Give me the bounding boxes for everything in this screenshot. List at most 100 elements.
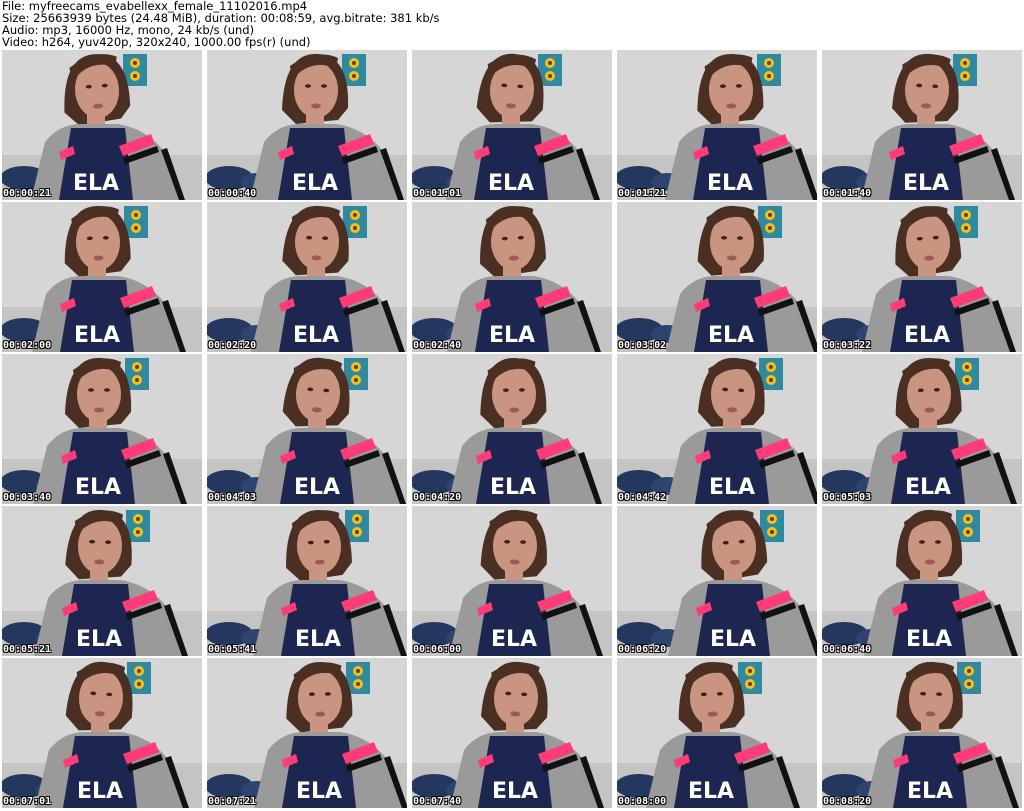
video-frame-image: ELA [822, 354, 1022, 504]
video-info-line: Video: h264, yuv420p, 320x240, 1000.00 f… [2, 35, 311, 49]
svg-text:ELA: ELA [75, 475, 121, 500]
thumbnail-timestamp: 00:06:40 [823, 644, 872, 655]
video-frame-image: ELA [207, 506, 407, 656]
video-frame-image: ELA [822, 202, 1022, 352]
thumbnail-timestamp: 00:01:40 [823, 188, 872, 199]
thumbnail-timestamp: 00:00:21 [3, 188, 52, 199]
thumbnail-timestamp: 00:05:03 [823, 492, 872, 503]
video-thumbnail: ELA 00:01:21 [617, 50, 817, 200]
video-frame-image: ELA [2, 658, 202, 808]
svg-text:ELA: ELA [708, 323, 754, 348]
video-thumbnail: ELA 00:02:40 [412, 202, 612, 352]
video-thumbnail: ELA 00:03:40 [2, 354, 202, 504]
svg-text:ELA: ELA [906, 627, 952, 652]
video-frame-image: ELA [412, 506, 612, 656]
svg-text:ELA: ELA [707, 171, 753, 196]
video-frame-image: ELA [617, 50, 817, 200]
thumbnail-grid: ELA 00:00:21 ELA 00:00:40 ELA 00:01:01 E… [2, 50, 1022, 810]
video-thumbnail: ELA 00:01:01 [412, 50, 612, 200]
video-thumbnail: ELA 00:04:20 [412, 354, 612, 504]
video-frame-image: ELA [617, 658, 817, 808]
video-frame-image: ELA [412, 202, 612, 352]
svg-text:ELA: ELA [907, 779, 953, 804]
thumbnail-timestamp: 00:03:22 [823, 340, 872, 351]
video-thumbnail: ELA 00:00:21 [2, 50, 202, 200]
svg-text:ELA: ELA [710, 627, 756, 652]
thumbnail-timestamp: 00:00:40 [208, 188, 257, 199]
thumbnail-timestamp: 00:02:00 [3, 340, 52, 351]
video-thumbnail: ELA 00:02:00 [2, 202, 202, 352]
video-frame-image: ELA [2, 506, 202, 656]
thumbnail-timestamp: 00:05:21 [3, 644, 52, 655]
video-frame-image: ELA [2, 50, 202, 200]
video-frame-image: ELA [207, 202, 407, 352]
video-thumbnail: ELA 00:07:21 [207, 658, 407, 808]
svg-text:ELA: ELA [489, 323, 535, 348]
video-thumbnail: ELA 00:07:01 [2, 658, 202, 808]
video-thumbnail: ELA 00:04:42 [617, 354, 817, 504]
thumbnail-timestamp: 00:01:01 [413, 188, 462, 199]
video-frame-image: ELA [207, 50, 407, 200]
video-thumbnail: ELA 00:08:00 [617, 658, 817, 808]
video-thumbnail: ELA 00:03:02 [617, 202, 817, 352]
video-frame-image: ELA [822, 658, 1022, 808]
thumbnail-timestamp: 00:07:21 [208, 796, 257, 807]
svg-text:ELA: ELA [903, 171, 949, 196]
video-thumbnail: ELA 00:00:40 [207, 50, 407, 200]
svg-text:ELA: ELA [296, 779, 342, 804]
thumbnail-timestamp: 00:08:00 [618, 796, 667, 807]
video-thumbnail: ELA 00:02:20 [207, 202, 407, 352]
thumbnail-timestamp: 00:06:20 [618, 644, 667, 655]
video-frame-image: ELA [2, 354, 202, 504]
thumbnail-timestamp: 00:04:20 [413, 492, 462, 503]
svg-text:ELA: ELA [688, 779, 734, 804]
video-thumbnail: ELA 00:04:03 [207, 354, 407, 504]
thumbnail-timestamp: 00:07:01 [3, 796, 52, 807]
video-thumbnail: ELA 00:05:41 [207, 506, 407, 656]
video-frame-image: ELA [2, 202, 202, 352]
video-thumbnail: ELA 00:05:03 [822, 354, 1022, 504]
video-frame-image: ELA [617, 202, 817, 352]
video-thumbnail: ELA 00:07:40 [412, 658, 612, 808]
thumbnail-timestamp: 00:03:40 [3, 492, 52, 503]
video-frame-image: ELA [822, 50, 1022, 200]
video-frame-image: ELA [412, 658, 612, 808]
thumbnail-timestamp: 00:04:42 [618, 492, 667, 503]
file-info-header: File: myfreecams_evabellexx_female_11102… [2, 0, 1022, 48]
svg-text:ELA: ELA [904, 323, 950, 348]
thumbnail-timestamp: 00:06:00 [413, 644, 462, 655]
video-frame-image: ELA [207, 658, 407, 808]
video-thumbnail: ELA 00:03:22 [822, 202, 1022, 352]
video-frame-image: ELA [207, 354, 407, 504]
thumbnail-timestamp: 00:03:02 [618, 340, 667, 351]
svg-text:ELA: ELA [491, 627, 537, 652]
svg-text:ELA: ELA [488, 171, 534, 196]
svg-text:ELA: ELA [294, 475, 340, 500]
svg-text:ELA: ELA [293, 323, 339, 348]
thumbnail-timestamp: 00:01:21 [618, 188, 667, 199]
video-frame-image: ELA [822, 506, 1022, 656]
thumbnail-timestamp: 00:02:20 [208, 340, 257, 351]
thumbnail-timestamp: 00:05:41 [208, 644, 257, 655]
svg-text:ELA: ELA [490, 475, 536, 500]
video-frame-image: ELA [617, 506, 817, 656]
svg-text:ELA: ELA [73, 171, 119, 196]
svg-text:ELA: ELA [905, 475, 951, 500]
thumbnail-timestamp: 00:02:40 [413, 340, 462, 351]
svg-text:ELA: ELA [295, 627, 341, 652]
video-thumbnail: ELA 00:05:21 [2, 506, 202, 656]
video-frame-image: ELA [617, 354, 817, 504]
svg-text:ELA: ELA [74, 323, 120, 348]
video-frame-image: ELA [412, 354, 612, 504]
thumbnail-timestamp: 00:04:03 [208, 492, 257, 503]
video-frame-image: ELA [412, 50, 612, 200]
svg-text:ELA: ELA [292, 171, 338, 196]
video-thumbnail: ELA 00:06:00 [412, 506, 612, 656]
video-thumbnail: ELA 00:06:40 [822, 506, 1022, 656]
video-thumbnail: ELA 00:01:40 [822, 50, 1022, 200]
thumbnail-timestamp: 00:07:40 [413, 796, 462, 807]
thumbnail-timestamp: 00:08:20 [823, 796, 872, 807]
svg-text:ELA: ELA [77, 779, 123, 804]
svg-text:ELA: ELA [76, 627, 122, 652]
svg-text:ELA: ELA [492, 779, 538, 804]
